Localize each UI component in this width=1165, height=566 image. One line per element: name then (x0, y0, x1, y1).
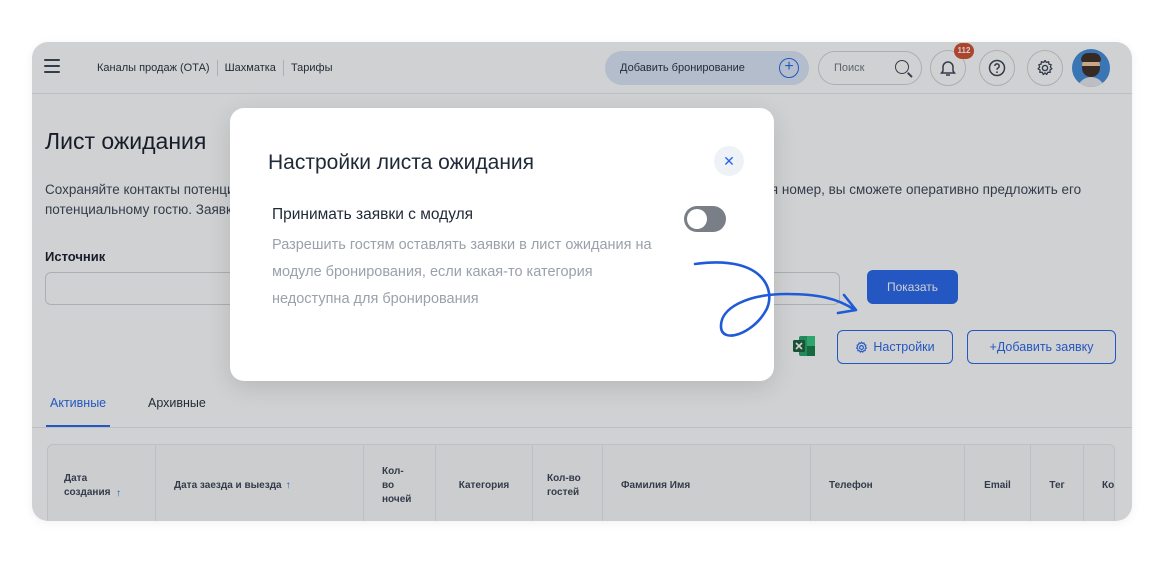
waitlist-settings-modal: Настройки листа ожидания ✕ Принимать зая… (230, 108, 774, 381)
option-title: Принимать заявки с модуля (272, 206, 474, 223)
accept-requests-toggle[interactable] (684, 206, 726, 232)
modal-title: Настройки листа ожидания (268, 151, 535, 174)
toggle-knob (687, 209, 707, 229)
app-window: Каналы продаж (ОТА) Шахматка Тарифы Доба… (32, 42, 1132, 521)
close-icon[interactable]: ✕ (714, 146, 744, 176)
option-description: Разрешить гостям оставлять заявки в лист… (272, 237, 652, 307)
